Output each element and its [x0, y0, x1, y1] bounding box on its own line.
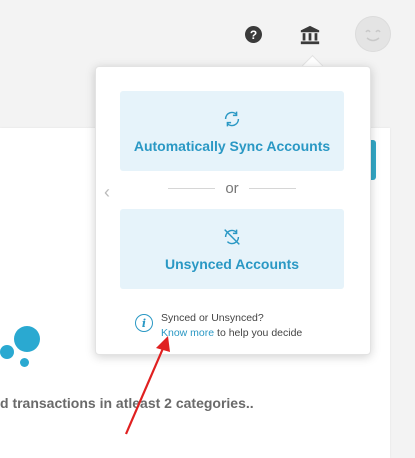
smiley-icon [365, 29, 381, 42]
unsynced-accounts-option[interactable]: Unsynced Accounts [120, 209, 344, 289]
avatar[interactable] [355, 16, 391, 52]
bank-icon[interactable] [299, 24, 321, 46]
help-icon[interactable]: ? [245, 26, 262, 43]
sync-off-icon [224, 229, 240, 245]
sync-icon [224, 111, 240, 127]
decorative-bubble [20, 358, 29, 367]
decorative-bubble [14, 326, 40, 352]
info-line: Know more to help you decide [161, 327, 302, 339]
annotation-arrow-icon [124, 336, 170, 435]
or-divider: or [168, 178, 296, 198]
info-title: Synced or Unsynced? [161, 312, 264, 324]
or-text: or [225, 179, 239, 197]
info-suffix: to help you decide [214, 327, 303, 339]
info-icon: i [135, 314, 153, 332]
auto-sync-accounts-option[interactable]: Automatically Sync Accounts [120, 91, 344, 171]
decorative-bubble [0, 345, 14, 359]
divider-line [248, 187, 296, 189]
auto-sync-label: Automatically Sync Accounts [133, 138, 331, 154]
divider-line [168, 187, 216, 189]
chevron-left-icon[interactable]: ‹ [104, 182, 110, 203]
unsynced-label: Unsynced Accounts [164, 256, 300, 272]
